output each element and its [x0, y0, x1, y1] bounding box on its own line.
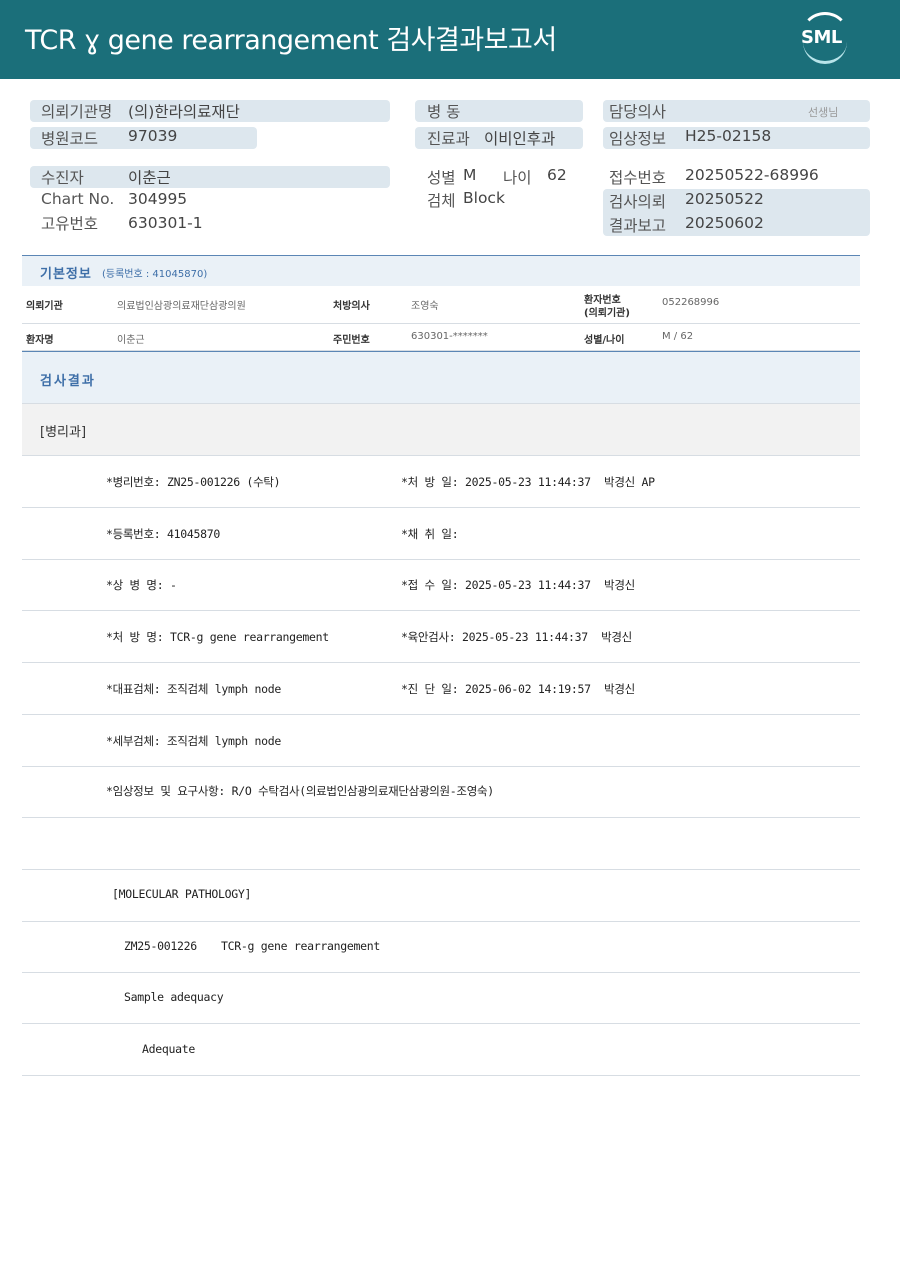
result-left: *임상정보 및 요구사항: R/O 수탁검사(의료법인삼광의료재단삼광의원-조영…	[106, 784, 494, 798]
name-value: 이춘근	[117, 335, 145, 346]
doctor-suffix: 선생님	[808, 106, 839, 119]
result-row: [MOLECULAR PATHOLOGY]	[22, 870, 860, 922]
patno-value: 052268996	[662, 297, 720, 308]
report-title: TCR ɣ gene rearrangement 검사결과보고서	[25, 25, 557, 56]
molecular-test: TCR-g gene rearrangement	[221, 939, 380, 953]
result-left: *등록번호: 41045870	[106, 527, 220, 541]
patient-value: 이춘근	[128, 169, 171, 187]
result-row: *대표검체: 조직검체 lymph node *진 단 일: 2025-06-0…	[22, 663, 860, 715]
report-label: 결과보고	[609, 217, 667, 235]
result-right: *채 취 일:	[401, 527, 459, 541]
patno-label-2: (의뢰기관)	[584, 308, 630, 319]
clinical-value: H25-02158	[685, 127, 772, 145]
age-label: 나이	[503, 169, 532, 187]
basic-info-title: 기본정보	[40, 267, 92, 282]
patient-label: 수진자	[41, 169, 84, 187]
chart-label: Chart No.	[41, 190, 115, 208]
chart-value: 304995	[128, 190, 188, 208]
doctor-label: 담당의사	[609, 103, 667, 121]
rrn-value: 630301-*******	[411, 331, 488, 342]
result-left: *세부검체: 조직검체 lymph node	[106, 734, 281, 748]
result-row: *등록번호: 41045870 *채 취 일:	[22, 508, 860, 560]
department-label: 진료과	[427, 130, 470, 148]
clinical-label: 임상정보	[609, 130, 667, 148]
result-right: *육안검사: 2025-05-23 11:44:37 박경신	[401, 630, 632, 644]
result-row: *임상정보 및 요구사항: R/O 수탁검사(의료법인삼광의료재단삼광의원-조영…	[22, 766, 860, 818]
adequacy-label: Sample adequacy	[124, 990, 224, 1004]
institution-value: (의)한라의료재단	[128, 103, 240, 121]
report-value: 20250602	[685, 214, 764, 232]
prescriber-label: 처방의사	[333, 301, 370, 312]
blank-row	[22, 818, 860, 870]
specimen-value: Block	[463, 189, 505, 207]
result-left: *처 방 명: TCR-g gene rearrangement	[106, 630, 329, 644]
department-name: [병리과]	[40, 425, 87, 440]
sexage-value: M / 62	[662, 331, 694, 342]
inst-value: 의료법인삼광의료재단삼광의원	[117, 301, 246, 312]
results-title: 검사결과	[40, 374, 96, 389]
adequacy-value: Adequate	[142, 1042, 195, 1056]
receipt-value: 20250522-68996	[685, 166, 819, 184]
prescriber-value: 조영숙	[411, 301, 439, 312]
report-header: TCR ɣ gene rearrangement 검사결과보고서 SML	[0, 0, 900, 79]
request-label: 검사의뢰	[609, 193, 667, 211]
sex-label: 성별	[427, 169, 456, 187]
basic-info-row-1: 의뢰기관 의료법인삼광의료재단삼광의원 처방의사 조영숙 환자번호 (의뢰기관)…	[22, 286, 860, 324]
department-row: [병리과]	[22, 404, 860, 456]
institution-label: 의뢰기관명	[41, 103, 113, 121]
basic-info-header: 기본정보 (등록번호 : 41045870)	[22, 255, 860, 286]
result-left: *병리번호: ZN25-001226 (수탁)	[106, 475, 281, 489]
result-left: *대표검체: 조직검체 lymph node	[106, 682, 281, 696]
result-row: *처 방 명: TCR-g gene rearrangement *육안검사: …	[22, 611, 860, 663]
ward-label: 병 동	[427, 103, 461, 121]
molecular-id: ZM25-001226	[124, 939, 197, 953]
result-row: *세부검체: 조직검체 lymph node	[22, 715, 860, 767]
sex-value: M	[463, 166, 477, 184]
result-row: ZM25-001226 TCR-g gene rearrangement	[22, 921, 860, 973]
result-left: *상 병 명: -	[106, 578, 177, 592]
result-right: *진 단 일: 2025-06-02 14:19:57 박경신	[401, 682, 635, 696]
specimen-label: 검체	[427, 192, 456, 210]
name-label: 환자명	[26, 335, 54, 346]
department-value: 이비인후과	[484, 130, 556, 148]
result-right: *처 방 일: 2025-05-23 11:44:37 박경신 AP	[401, 475, 655, 489]
logo-text: SML	[801, 27, 842, 48]
id-value: 630301-1	[128, 214, 203, 232]
hospital-code-label: 병원코드	[41, 130, 99, 148]
molecular-title: [MOLECULAR PATHOLOGY]	[112, 887, 252, 901]
inst-label: 의뢰기관	[26, 301, 63, 312]
result-row: Sample adequacy	[22, 972, 860, 1024]
result-row: *병리번호: ZN25-001226 (수탁) *처 방 일: 2025-05-…	[22, 456, 860, 508]
receipt-label: 접수번호	[609, 169, 667, 187]
id-label: 고유번호	[41, 215, 99, 233]
age-value: 62	[547, 166, 567, 184]
basic-info-row-2: 환자명 이춘근 주민번호 630301-******* 성별/나이 M / 62	[22, 324, 860, 351]
results-header: 검사결과	[22, 351, 860, 404]
sexage-label: 성별/나이	[584, 335, 625, 346]
result-row: *상 병 명: - *접 수 일: 2025-05-23 11:44:37 박경…	[22, 559, 860, 611]
registration-note: (등록번호 : 41045870)	[102, 269, 208, 280]
patient-pill	[30, 166, 390, 188]
result-row: Adequate	[22, 1024, 860, 1076]
rrn-label: 주민번호	[333, 335, 370, 346]
sml-logo: SML	[798, 12, 856, 66]
hospital-code-value: 97039	[128, 127, 178, 145]
request-value: 20250522	[685, 190, 764, 208]
result-right: *접 수 일: 2025-05-23 11:44:37 박경신	[401, 578, 635, 592]
